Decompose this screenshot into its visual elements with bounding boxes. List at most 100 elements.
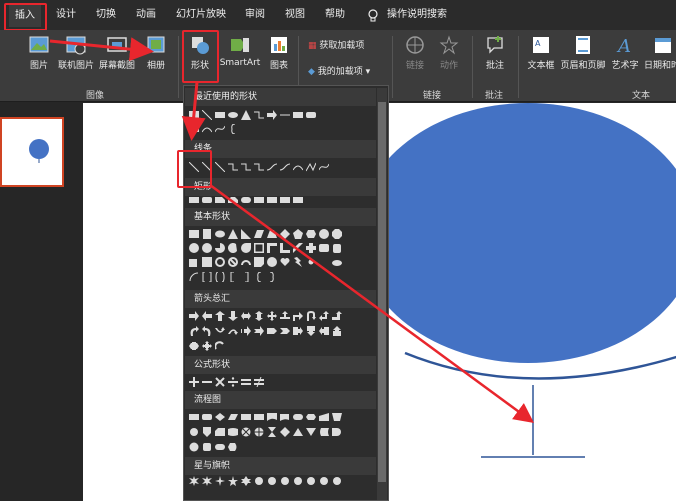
dodecagon-icon[interactable]: [202, 243, 212, 253]
plus-sign-icon[interactable]: [189, 377, 199, 387]
hexagon-icon[interactable]: [306, 229, 316, 239]
flowchart-stored-data-icon[interactable]: [319, 427, 329, 437]
flowchart-document-icon[interactable]: [267, 412, 277, 422]
heptagon-icon[interactable]: [319, 229, 329, 239]
flowchart-preparation-icon[interactable]: [306, 412, 316, 422]
star-16-point-icon[interactable]: [306, 476, 316, 486]
right-triangle-icon[interactable]: [241, 229, 251, 239]
snip-rectangle-icon[interactable]: [228, 195, 238, 205]
l-shape-icon[interactable]: [280, 243, 290, 253]
pentagon-icon[interactable]: [293, 229, 303, 239]
star-4-point-icon[interactable]: [215, 476, 225, 486]
textbox-button[interactable]: A 文本框: [524, 34, 558, 71]
cube-icon[interactable]: [189, 257, 199, 267]
flowchart-collate-icon[interactable]: [267, 427, 277, 437]
lightning-bolt-icon[interactable]: [293, 257, 303, 267]
equal-sign-icon[interactable]: [241, 377, 251, 387]
curve-icon[interactable]: [293, 162, 303, 172]
bent-arrow-icon[interactable]: [293, 311, 303, 321]
up-down-arrow-icon[interactable]: [254, 311, 264, 321]
octagon-icon[interactable]: [332, 229, 342, 239]
bevel-icon[interactable]: [202, 257, 212, 267]
right-bracket-icon[interactable]: [241, 272, 251, 282]
not-equal-sign-icon[interactable]: [254, 377, 264, 387]
flowchart-predefined-process-icon[interactable]: [241, 412, 251, 422]
datetime-button[interactable]: 日期和时: [644, 34, 676, 71]
scrollbar-thumb[interactable]: [378, 102, 386, 482]
star-7-point-icon[interactable]: [254, 476, 264, 486]
tab-animations[interactable]: 动画: [136, 7, 156, 23]
flowchart-internal-storage-icon[interactable]: [254, 412, 264, 422]
gallery-scrollbar[interactable]: [377, 88, 387, 500]
left-right-up-arrow-icon[interactable]: [280, 311, 290, 321]
left-brace-icon[interactable]: [254, 272, 264, 282]
flowchart-process-icon[interactable]: [189, 412, 199, 422]
tab-review[interactable]: 审阅: [245, 7, 265, 23]
flowchart-display-icon[interactable]: [228, 442, 238, 452]
smiley-face-icon[interactable]: [267, 257, 277, 267]
rectangle-shape-icon[interactable]: [215, 110, 225, 120]
multiply-sign-icon[interactable]: [215, 377, 225, 387]
flowchart-decision-icon[interactable]: [215, 412, 225, 422]
flowchart-extract-icon[interactable]: [293, 427, 303, 437]
notched-right-arrow-icon[interactable]: [254, 326, 264, 336]
block-arc-icon[interactable]: [241, 257, 251, 267]
plaque-icon[interactable]: [319, 243, 329, 253]
elbow-arrow-icon[interactable]: [241, 162, 251, 172]
trapezoid-icon[interactable]: [267, 229, 277, 239]
flowchart-offpage-connector-icon[interactable]: [202, 427, 212, 437]
oval-shape-icon[interactable]: [215, 229, 225, 239]
textbox-shape-icon[interactable]: [189, 110, 199, 120]
my-addins-button[interactable]: ◆ 我的加载项 ▾: [308, 64, 370, 77]
rectangle-shape-icon[interactable]: [267, 195, 277, 205]
scribble-icon[interactable]: [319, 162, 329, 172]
rectangle-shape-icon[interactable]: [293, 195, 303, 205]
striped-right-arrow-icon[interactable]: [241, 326, 251, 336]
decagon-icon[interactable]: [189, 243, 199, 253]
flowchart-direct-access-icon[interactable]: [215, 442, 225, 452]
frame-icon[interactable]: [254, 243, 264, 253]
textbox-shape-icon[interactable]: [189, 229, 199, 239]
left-right-arrow-icon[interactable]: [241, 311, 251, 321]
rounded-rectangle-icon[interactable]: [202, 195, 212, 205]
triangle-shape-icon[interactable]: [228, 229, 238, 239]
rectangle-shape-icon[interactable]: [254, 195, 264, 205]
flowchart-merge-icon[interactable]: [306, 427, 316, 437]
tab-slideshow[interactable]: 幻灯片放映: [176, 7, 226, 23]
folded-corner-icon[interactable]: [254, 257, 264, 267]
quad-arrow-icon[interactable]: [267, 311, 277, 321]
curved-arrow-icon[interactable]: [280, 162, 290, 172]
get-addins-button[interactable]: ▦ 获取加载项: [308, 38, 364, 51]
snip-rectangle-icon[interactable]: [189, 124, 199, 134]
flowchart-punched-tape-icon[interactable]: [228, 427, 238, 437]
pentagon-arrow-icon[interactable]: [267, 326, 277, 336]
double-arrow-line-icon[interactable]: [215, 162, 225, 172]
donut-icon[interactable]: [215, 257, 225, 267]
diamond-icon[interactable]: [280, 229, 290, 239]
heart-icon[interactable]: [280, 257, 290, 267]
tell-me-search[interactable]: 操作说明搜索: [387, 7, 447, 23]
elbow-double-arrow-icon[interactable]: [254, 162, 264, 172]
no-symbol-icon[interactable]: [228, 257, 238, 267]
oval-shape-icon[interactable]: [228, 110, 238, 120]
elbow-connector-icon[interactable]: [228, 162, 238, 172]
double-bracket-icon[interactable]: [202, 272, 212, 282]
curved-connector-icon[interactable]: [267, 162, 277, 172]
line-shape-icon[interactable]: [202, 110, 212, 120]
right-arrow-callout-icon[interactable]: [293, 326, 303, 336]
curved-down-arrow-icon[interactable]: [228, 326, 238, 336]
rectangle-shape-icon[interactable]: [189, 195, 199, 205]
flowchart-or-icon[interactable]: [254, 427, 264, 437]
left-up-arrow-icon[interactable]: [319, 311, 329, 321]
half-frame-icon[interactable]: [267, 243, 277, 253]
chart-button[interactable]: 图表: [266, 34, 292, 71]
snip-rectangle-icon[interactable]: [215, 195, 225, 205]
rectangle-shape-icon[interactable]: [280, 195, 290, 205]
star-12-point-icon[interactable]: [293, 476, 303, 486]
cross-icon[interactable]: [306, 243, 316, 253]
curved-right-arrow-icon[interactable]: [189, 326, 199, 336]
chevron-icon[interactable]: [280, 326, 290, 336]
flowchart-card-icon[interactable]: [215, 427, 225, 437]
explosion-1-icon[interactable]: [189, 476, 199, 486]
double-brace-icon[interactable]: [215, 272, 225, 282]
